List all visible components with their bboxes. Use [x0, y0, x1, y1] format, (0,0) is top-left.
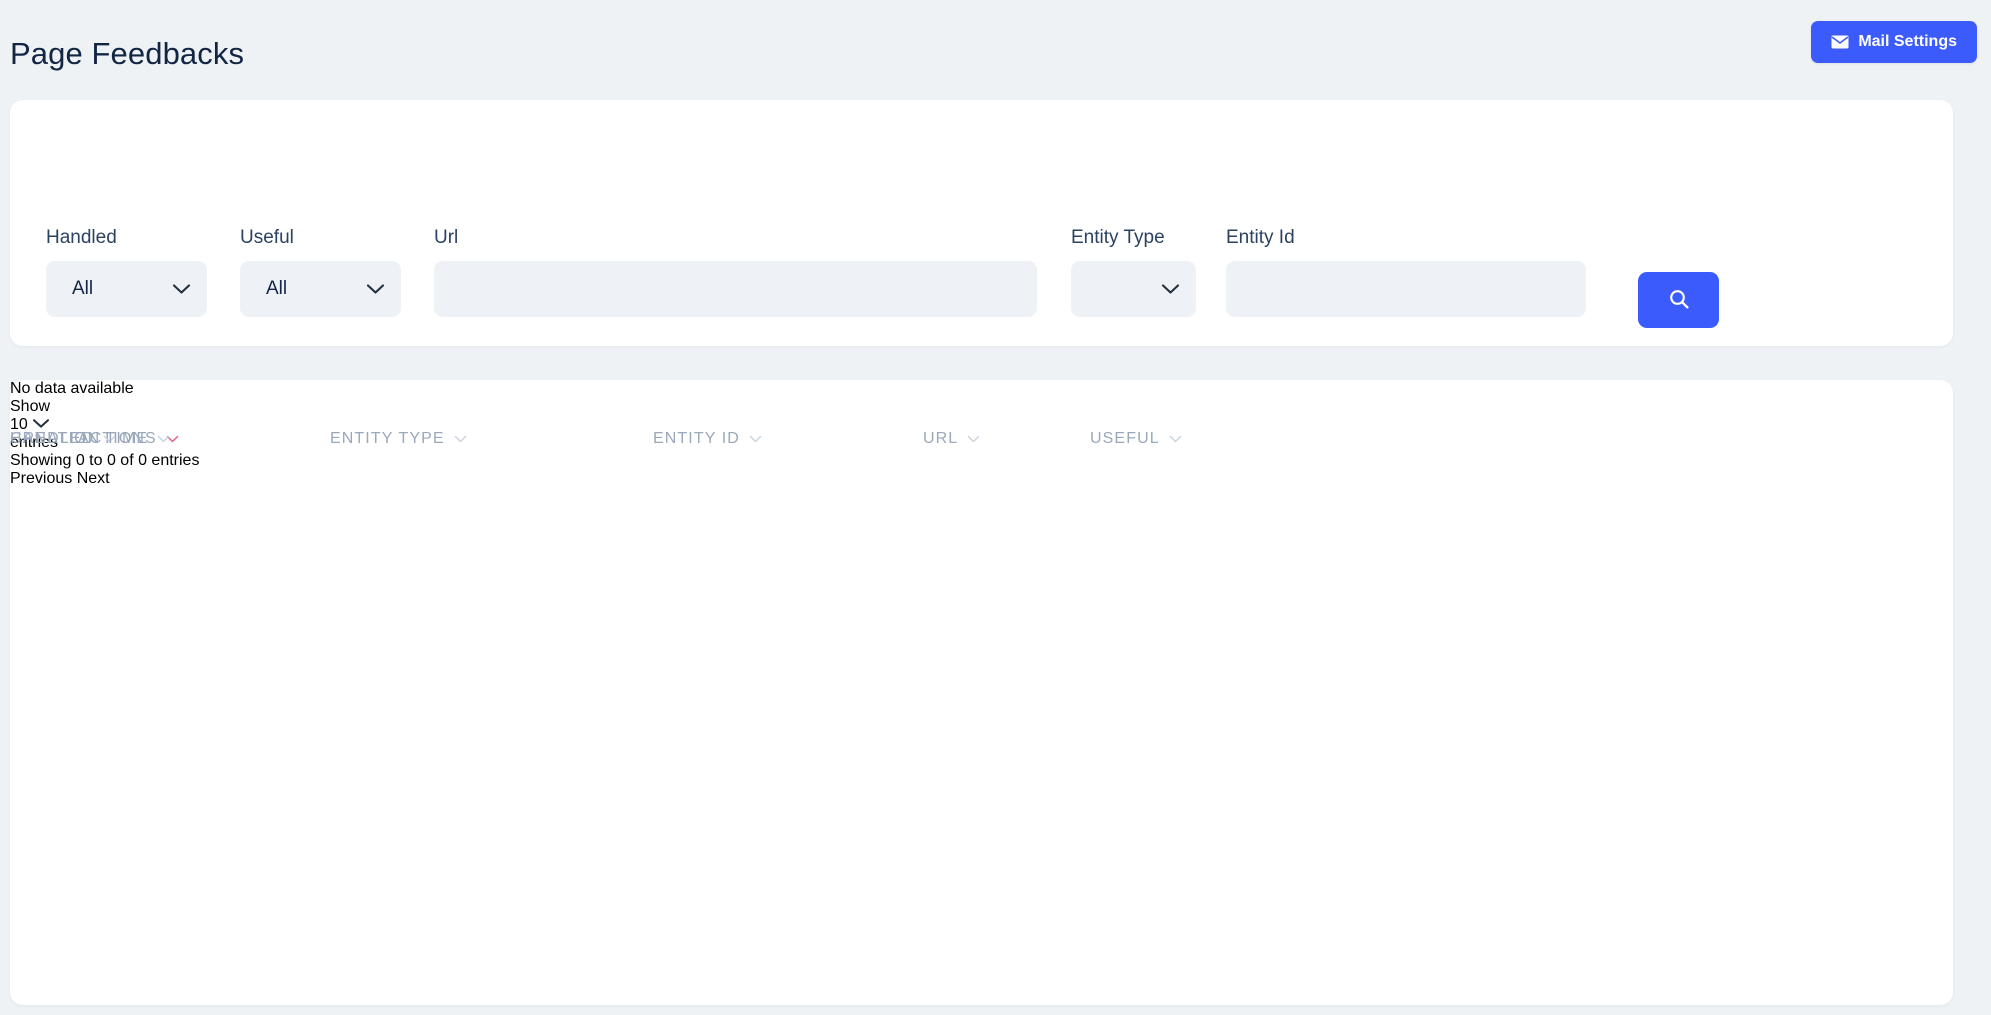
envelope-icon	[1831, 35, 1849, 49]
chevron-down-icon	[967, 435, 980, 443]
filter-entity-id-label: Entity Id	[1226, 227, 1295, 248]
table-empty-row: No data available	[10, 380, 1953, 398]
column-header-useful-label: USEFUL	[1090, 430, 1160, 447]
previous-page-button[interactable]: Previous	[10, 470, 72, 487]
filter-entity-type-select[interactable]	[1071, 261, 1196, 317]
chevron-down-icon	[454, 435, 467, 443]
search-button[interactable]	[1638, 272, 1719, 328]
chevron-down-icon	[366, 283, 385, 295]
search-icon	[1668, 288, 1690, 313]
no-data-message: No data available	[10, 380, 134, 397]
column-header-entity-id[interactable]: ENTITY ID	[653, 430, 762, 448]
chevron-down-icon	[1169, 435, 1182, 443]
chevron-down-icon	[157, 435, 170, 443]
filter-url-label: Url	[434, 227, 459, 248]
column-header-entity-type-label: ENTITY TYPE	[330, 430, 445, 447]
column-header-url[interactable]: URL	[923, 430, 980, 448]
pagination: Previous Next	[10, 470, 1953, 488]
url-input[interactable]	[434, 261, 1037, 317]
chevron-down-icon	[749, 435, 762, 443]
filter-handled-select[interactable]: All	[46, 261, 207, 317]
filter-useful: Useful All	[240, 227, 401, 317]
filter-useful-label: Useful	[240, 227, 294, 248]
mail-settings-label: Mail Settings	[1858, 33, 1957, 50]
show-label: Show	[10, 398, 51, 415]
column-header-entity-id-label: ENTITY ID	[653, 430, 740, 447]
column-header-useful[interactable]: USEFUL	[1090, 430, 1182, 448]
feedback-table-card: ACTIONS ENTITY TYPE ENTITY ID URL USEFUL…	[10, 380, 1953, 1005]
filter-entity-type: Entity Type	[1071, 227, 1196, 317]
column-header-creation-time-label: CREATION TIME	[10, 430, 149, 447]
chevron-down-icon	[1161, 283, 1180, 295]
filter-useful-select[interactable]: All	[240, 261, 401, 317]
filter-handled-label: Handled	[46, 227, 117, 248]
table-header-row: ACTIONS ENTITY TYPE ENTITY ID URL USEFUL…	[10, 430, 1953, 468]
page-title: Page Feedbacks	[10, 36, 245, 71]
filter-entity-type-label: Entity Type	[1071, 227, 1165, 248]
filter-handled: Handled All	[46, 227, 207, 317]
column-header-creation-time[interactable]: CREATION TIME	[10, 430, 170, 448]
filter-panel: Handled All Useful All Url Entity Type E…	[10, 100, 1953, 346]
mail-settings-button[interactable]: Mail Settings	[1811, 21, 1977, 63]
entity-id-input[interactable]	[1226, 261, 1586, 317]
column-header-entity-type[interactable]: ENTITY TYPE	[330, 430, 467, 448]
chevron-down-icon	[172, 283, 191, 295]
column-header-url-label: URL	[923, 430, 959, 447]
next-page-button[interactable]: Next	[77, 470, 110, 487]
filter-url: Url	[434, 227, 1037, 317]
page-header: Page Feedbacks Mail Settings	[0, 0, 1991, 100]
filter-entity-id: Entity Id	[1226, 227, 1586, 317]
